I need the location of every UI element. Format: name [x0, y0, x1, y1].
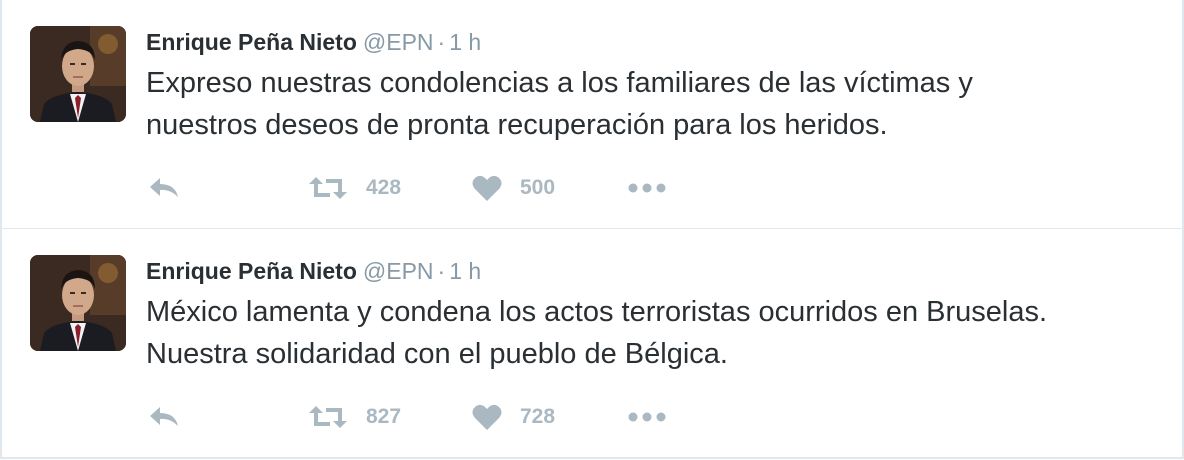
tweet-text-line: Nuestra solidaridad con el pueblo de Bél… — [146, 338, 728, 370]
avatar-portrait-image — [30, 26, 126, 122]
tweet-text-line: Expreso nuestras condolencias a los fami… — [146, 67, 973, 99]
like-count: 500 — [520, 176, 556, 199]
tweet-timestamp[interactable]: 1 h — [449, 258, 481, 284]
reply-icon — [150, 407, 178, 426]
retweet-button[interactable]: 428 — [308, 170, 401, 206]
author-handle[interactable]: @EPN — [363, 258, 434, 284]
more-options-button[interactable] — [628, 399, 666, 435]
reply-icon — [150, 178, 178, 197]
tweet[interactable]: Enrique Peña Nieto @EPN · 1 h Expreso nuest… — [0, 0, 1184, 230]
reply-button[interactable] — [148, 170, 180, 206]
tweet-actions: 827 728 — [146, 399, 746, 435]
more-dots-icon — [628, 412, 666, 422]
tweet-header: Enrique Peña Nieto @EPN · 1 h — [146, 257, 481, 285]
author-name[interactable]: Enrique Peña Nieto — [146, 258, 357, 284]
like-button[interactable]: 728 — [472, 399, 555, 435]
author-name[interactable]: Enrique Peña Nieto — [146, 29, 357, 55]
more-options-button[interactable] — [628, 170, 666, 206]
retweet-count: 428 — [366, 176, 402, 199]
author-handle[interactable]: @EPN — [363, 29, 434, 55]
tweet-timestamp[interactable]: 1 h — [449, 29, 481, 55]
heart-icon — [472, 404, 502, 430]
tweet-text-line: México lamenta y condena los actos terro… — [146, 296, 1048, 328]
retweet-count: 827 — [366, 405, 402, 428]
tweet-actions: 428 500 — [146, 170, 746, 206]
like-button[interactable]: 500 — [472, 170, 555, 206]
retweet-icon — [309, 177, 347, 199]
tweet-text: México lamenta y condena los actos terro… — [146, 291, 1166, 375]
like-count: 728 — [520, 405, 556, 428]
tweet-text: Expreso nuestras condolencias a los fami… — [146, 62, 1166, 146]
avatar-portrait-image — [30, 255, 126, 351]
tweet-header: Enrique Peña Nieto @EPN · 1 h — [146, 28, 481, 56]
tweet-timeline: Enrique Peña Nieto @EPN · 1 h Expreso nuest… — [0, 0, 1184, 460]
retweet-button[interactable]: 827 — [308, 399, 401, 435]
avatar[interactable] — [30, 255, 126, 351]
reply-button[interactable] — [148, 399, 180, 435]
tweet-text-line: nuestros deseos de pronta recuperación p… — [146, 109, 888, 141]
avatar[interactable] — [30, 26, 126, 122]
heart-icon — [472, 175, 502, 201]
header-separator: · — [437, 258, 446, 284]
retweet-icon — [309, 406, 347, 428]
header-separator: · — [437, 29, 446, 55]
tweet[interactable]: Enrique Peña Nieto @EPN · 1 h México lament… — [0, 229, 1184, 459]
more-dots-icon — [628, 183, 666, 193]
